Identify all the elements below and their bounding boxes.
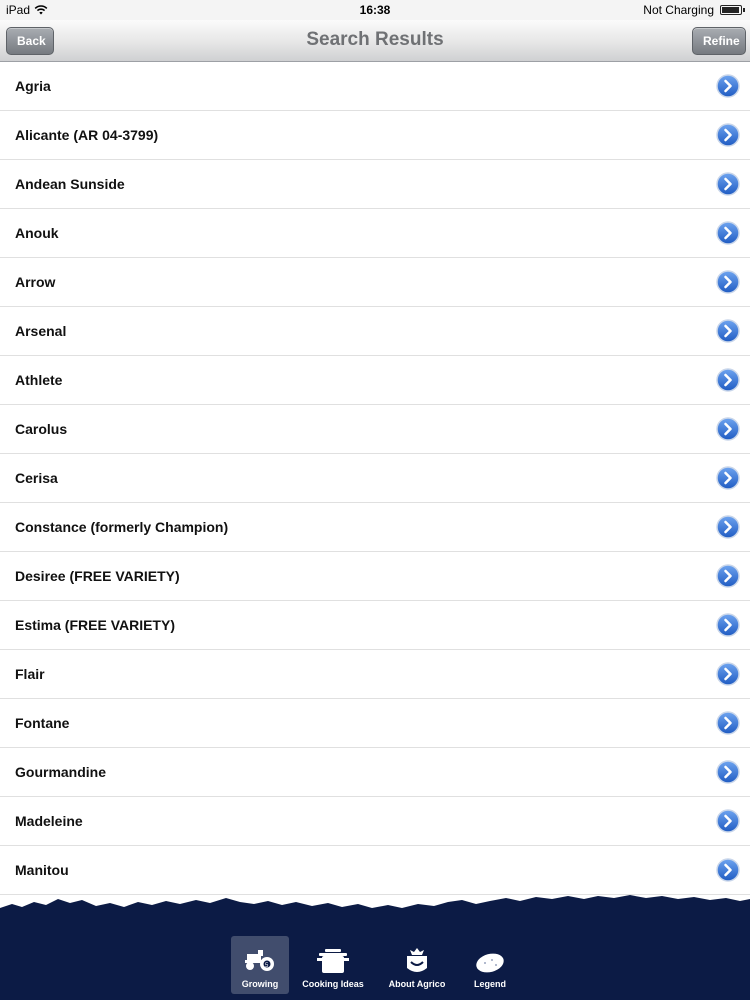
disclosure-arrow-icon[interactable]: [716, 74, 740, 98]
list-item[interactable]: Desiree (FREE VARIETY): [0, 552, 750, 601]
disclosure-arrow-icon[interactable]: [716, 662, 740, 686]
page-title: Search Results: [306, 29, 444, 50]
disclosure-arrow-icon[interactable]: [716, 172, 740, 196]
list-item[interactable]: Carolus: [0, 405, 750, 454]
list-item-label: Flair: [15, 666, 45, 682]
results-list: Agria Alicante (AR 04-3799) Andean Sunsi…: [0, 62, 750, 944]
tab-label: Growing: [241, 979, 279, 989]
list-item-label: Andean Sunside: [15, 176, 125, 192]
list-item-label: Estima (FREE VARIETY): [15, 617, 175, 633]
list-item[interactable]: Arsenal: [0, 307, 750, 356]
list-item[interactable]: Arrow: [0, 258, 750, 307]
list-item-label: Arrow: [15, 274, 56, 290]
tab-about-agrico[interactable]: About Agrico: [377, 936, 457, 994]
list-item-label: Cerisa: [15, 470, 58, 486]
disclosure-arrow-icon[interactable]: [716, 368, 740, 392]
list-item-label: Desiree (FREE VARIETY): [15, 568, 180, 584]
list-item[interactable]: Andean Sunside: [0, 160, 750, 209]
list-item[interactable]: Madeleine: [0, 797, 750, 846]
potato-icon: [476, 953, 504, 973]
list-item[interactable]: Anouk: [0, 209, 750, 258]
disclosure-arrow-icon[interactable]: [716, 858, 740, 882]
disclosure-arrow-icon[interactable]: [716, 711, 740, 735]
disclosure-arrow-icon[interactable]: [716, 319, 740, 343]
status-time: 16:38: [359, 3, 391, 17]
disclosure-arrow-icon[interactable]: [716, 123, 740, 147]
disclosure-arrow-icon[interactable]: [716, 515, 740, 539]
disclosure-arrow-icon[interactable]: [716, 417, 740, 441]
list-item[interactable]: Manitou: [0, 846, 750, 895]
tractor-icon: 5: [245, 950, 274, 971]
list-item[interactable]: Fontane: [0, 699, 750, 748]
battery-icon: [720, 5, 745, 15]
list-item[interactable]: Athlete: [0, 356, 750, 405]
pot-icon: [317, 949, 349, 973]
list-item-label: Agria: [15, 78, 51, 94]
list-item-label: Manitou: [15, 862, 69, 878]
list-item[interactable]: Flair: [0, 650, 750, 699]
list-item[interactable]: Gourmandine: [0, 748, 750, 797]
disclosure-arrow-icon[interactable]: [716, 760, 740, 784]
tab-label: Cooking Ideas: [302, 979, 364, 989]
list-item[interactable]: Cerisa: [0, 454, 750, 503]
refine-button[interactable]: Refine: [692, 27, 746, 55]
disclosure-arrow-icon[interactable]: [716, 809, 740, 833]
tab-label: About Agrico: [388, 979, 446, 989]
agrico-logo-icon: [407, 948, 427, 972]
list-item[interactable]: Agria: [0, 62, 750, 111]
list-item-label: Arsenal: [15, 323, 67, 339]
disclosure-arrow-icon[interactable]: [716, 221, 740, 245]
navigation-bar: Back Search Results Refine: [0, 20, 750, 62]
tab-cooking-ideas[interactable]: Cooking Ideas: [293, 936, 373, 994]
list-item-label: Carolus: [15, 421, 68, 437]
charging-status: Not Charging: [643, 3, 714, 17]
tab-growing[interactable]: 5 Growing: [231, 936, 289, 994]
bottom-tab-area: 5 Growing Cooking Ideas About Agrico Leg…: [0, 890, 750, 1000]
disclosure-arrow-icon[interactable]: [716, 466, 740, 490]
disclosure-arrow-icon[interactable]: [716, 613, 740, 637]
tab-legend[interactable]: Legend: [461, 936, 519, 994]
list-item-label: Alicante (AR 04-3799): [15, 127, 159, 143]
list-item-label: Constance (formerly Champion): [15, 519, 229, 535]
list-item[interactable]: Alicante (AR 04-3799): [0, 111, 750, 160]
list-item-label: Anouk: [15, 225, 59, 241]
list-item[interactable]: Estima (FREE VARIETY): [0, 601, 750, 650]
disclosure-arrow-icon[interactable]: [716, 564, 740, 588]
list-item-label: Madeleine: [15, 813, 83, 829]
tab-label: Legend: [473, 979, 506, 989]
list-item-label: Fontane: [15, 715, 70, 731]
tab-bar: 5 Growing Cooking Ideas About Agrico Leg…: [0, 936, 750, 998]
disclosure-arrow-icon[interactable]: [716, 270, 740, 294]
list-item-label: Athlete: [15, 372, 63, 388]
list-item-label: Gourmandine: [15, 764, 107, 780]
status-bar: iPad 16:38 Not Charging: [0, 0, 750, 20]
list-item[interactable]: Constance (formerly Champion): [0, 503, 750, 552]
